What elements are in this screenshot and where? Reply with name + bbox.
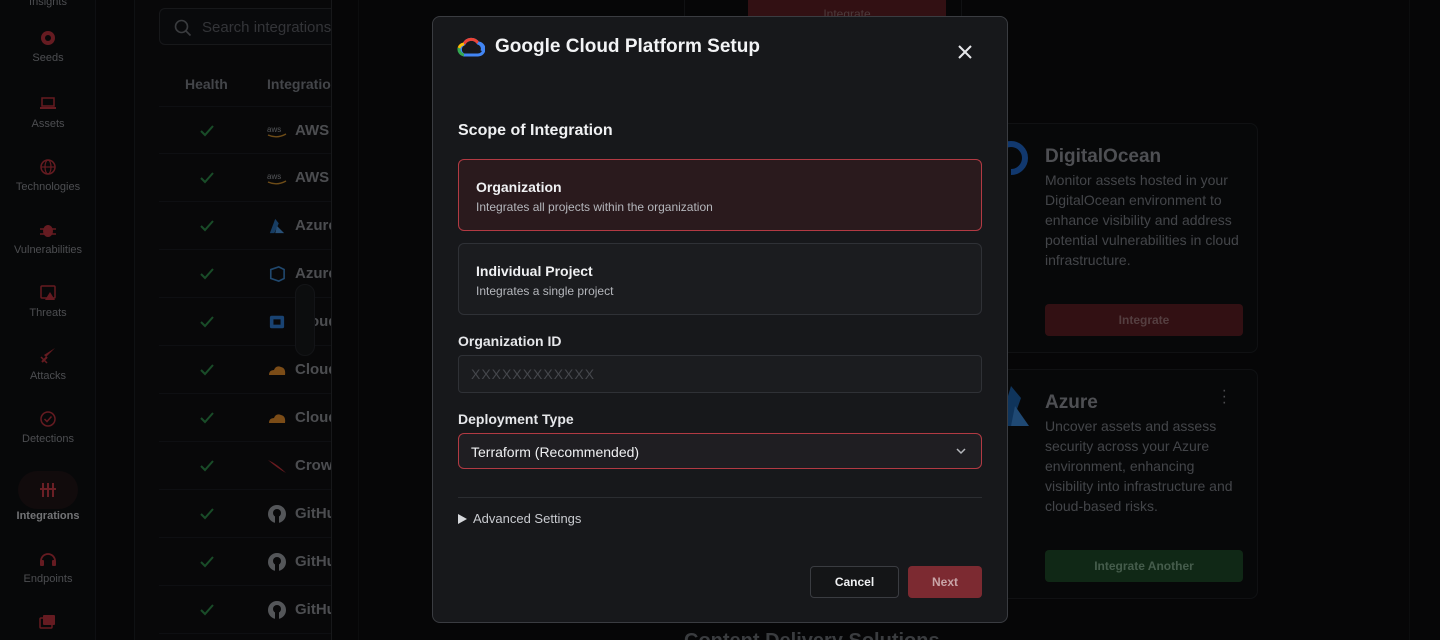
option-title: Individual Project bbox=[476, 263, 593, 279]
scope-option-organization[interactable]: Organization Integrates all projects wit… bbox=[458, 159, 982, 231]
dialog-title: Google Cloud Platform Setup bbox=[495, 36, 760, 57]
scope-option-individual-project[interactable]: Individual Project Integrates a single p… bbox=[458, 243, 982, 315]
scope-heading: Scope of Integration bbox=[458, 122, 613, 139]
deployment-type-value: Terraform (Recommended) bbox=[471, 444, 640, 460]
caret-right-icon bbox=[458, 513, 467, 524]
advanced-settings-toggle[interactable]: Advanced Settings bbox=[458, 511, 581, 526]
option-title: Organization bbox=[476, 179, 562, 195]
option-description: Integrates a single project bbox=[476, 284, 614, 298]
divider bbox=[458, 497, 982, 498]
deployment-type-select[interactable]: Terraform (Recommended) bbox=[458, 433, 982, 469]
next-button[interactable]: Next bbox=[908, 566, 982, 598]
advanced-settings-label: Advanced Settings bbox=[473, 511, 582, 526]
dialog-header: Google Cloud Platform Setup bbox=[457, 35, 760, 59]
google-cloud-logo-icon bbox=[457, 37, 485, 57]
gcp-setup-dialog: Google Cloud Platform Setup Scope of Int… bbox=[432, 16, 1008, 623]
deployment-type-label: Deployment Type bbox=[458, 411, 574, 427]
close-icon[interactable] bbox=[957, 44, 973, 60]
organization-id-input[interactable] bbox=[458, 355, 982, 393]
chevron-down-icon bbox=[956, 448, 966, 455]
cancel-button[interactable]: Cancel bbox=[810, 566, 899, 598]
organization-id-label: Organization ID bbox=[458, 333, 562, 349]
option-description: Integrates all projects within the organ… bbox=[476, 200, 713, 214]
